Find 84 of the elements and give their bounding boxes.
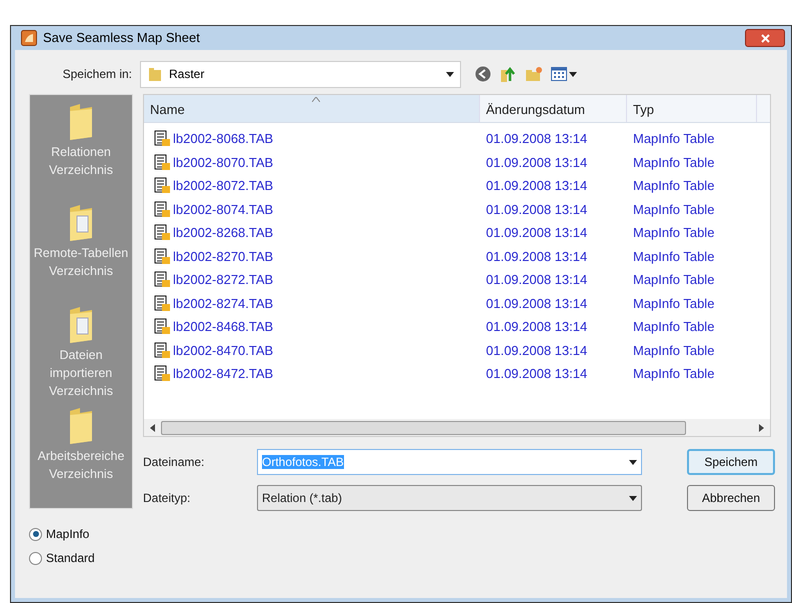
dropdown-arrow-icon — [446, 72, 454, 76]
column-header[interactable]: Typ — [627, 95, 757, 122]
file-type: MapInfo Table — [632, 294, 716, 313]
close-button[interactable] — [745, 29, 785, 47]
field-label: Dateityp: — [143, 490, 192, 507]
table-file-icon — [154, 294, 171, 312]
file-name: lb2002-8472.TAB — [173, 365, 274, 383]
column-header[interactable]: Änderungsdatum — [480, 95, 627, 122]
file-type: MapInfo Table — [632, 342, 716, 360]
table-file-icon — [154, 224, 171, 242]
save-button[interactable]: Speichem — [687, 449, 775, 475]
field-label: Dateiname: — [143, 454, 206, 471]
app-icon — [21, 30, 37, 46]
dropdown-arrow-icon — [629, 460, 637, 464]
file-row[interactable]: lb2002-8472.TAB 01.09.2008 13:14 MapInfo Table — [144, 362, 770, 386]
file-row[interactable]: lb2002-8270.TAB 01.09.2008 13:14 MapInfo Table — [144, 244, 770, 268]
file-row[interactable]: lb2002-8072.TAB 01.09.2008 13:14 MapInfo Table — [144, 174, 770, 198]
up-folder-icon[interactable] — [499, 65, 517, 83]
table-file-icon — [154, 365, 171, 382]
file-type: MapInfo Table — [632, 154, 716, 172]
file-date: 01.09.2008 13:14 — [485, 154, 588, 172]
file-date: 01.09.2008 13:14 — [485, 177, 588, 195]
format-radio[interactable]: Standard — [29, 549, 787, 567]
file-name: lb2002-8468.TAB — [173, 318, 274, 336]
table-file-icon — [154, 271, 171, 288]
file-row[interactable]: lb2002-8068.TAB 01.09.2008 13:14 MapInfo Table — [144, 127, 770, 150]
view-menu-button[interactable] — [551, 67, 577, 81]
file-name: lb2002-8270.TAB — [173, 248, 274, 266]
table-file-icon — [154, 154, 171, 171]
close-icon — [760, 34, 770, 42]
location-label: Speichem in: — [62, 66, 133, 83]
file-type: MapInfo Table — [632, 177, 716, 195]
horizontal-scrollbar[interactable] — [144, 419, 770, 436]
file-name: lb2002-8470.TAB — [173, 342, 274, 360]
table-file-icon — [154, 318, 171, 336]
file-name: lb2002-8268.TAB — [173, 224, 274, 242]
table-file-icon — [154, 130, 171, 148]
dropdown-arrow-icon — [569, 72, 577, 76]
back-icon[interactable] — [475, 66, 491, 82]
table-file-icon — [154, 342, 171, 359]
file-row[interactable]: lb2002-8074.TAB 01.09.2008 13:14 MapInfo Table — [144, 198, 770, 221]
file-row[interactable]: lb2002-8272.TAB 01.09.2008 13:14 MapInfo Table — [144, 268, 770, 292]
file-type: MapInfo Table — [632, 365, 716, 383]
scroll-right-icon[interactable] — [759, 424, 764, 432]
file-type: MapInfo Table — [632, 130, 716, 148]
file-name: lb2002-8274.TAB — [173, 294, 274, 312]
file-type: MapInfo Table — [632, 224, 716, 242]
file-date: 01.09.2008 13:14 — [485, 342, 588, 360]
filetype-dropdown[interactable]: Relation (*.tab) — [257, 485, 642, 511]
location-dropdown[interactable]: Raster — [140, 60, 461, 88]
file-row[interactable]: lb2002-8470.TAB 01.09.2008 13:14 MapInfo Table — [144, 338, 770, 362]
scrollbar-thumb[interactable] — [161, 420, 686, 434]
file-row[interactable]: lb2002-8274.TAB 01.09.2008 13:14 MapInfo Table — [144, 292, 770, 315]
file-name: lb2002-8070.TAB — [173, 154, 274, 172]
file-date: 01.09.2008 13:14 — [485, 224, 588, 242]
window-title: Save Seamless Map Sheet — [43, 29, 200, 48]
table-file-icon — [154, 200, 171, 218]
cancel-button[interactable]: Abbrechen — [687, 485, 775, 511]
file-row[interactable]: lb2002-8468.TAB 01.09.2008 13:14 MapInfo Table — [144, 315, 770, 338]
file-date: 01.09.2008 13:14 — [485, 294, 588, 312]
table-file-icon — [154, 248, 171, 265]
scroll-left-icon[interactable] — [150, 424, 155, 432]
file-name: lb2002-8074.TAB — [173, 200, 274, 218]
column-header[interactable]: Name — [144, 95, 480, 122]
file-type: MapInfo Table — [632, 318, 716, 336]
view-grid-icon — [551, 67, 567, 81]
table-file-icon — [154, 177, 171, 194]
format-radio[interactable]: MapInfo — [29, 525, 787, 543]
file-type: MapInfo Table — [632, 248, 716, 266]
file-type: MapInfo Table — [632, 271, 716, 289]
file-date: 01.09.2008 13:14 — [485, 248, 588, 266]
file-name: lb2002-8068.TAB — [173, 130, 274, 148]
dropdown-arrow-icon — [629, 496, 637, 500]
file-type: MapInfo Table — [632, 200, 716, 219]
file-date: 01.09.2008 13:14 — [485, 318, 588, 336]
file-row[interactable]: lb2002-8268.TAB 01.09.2008 13:14 MapInfo Table — [144, 221, 770, 244]
file-name: lb2002-8272.TAB — [173, 271, 274, 289]
file-name: lb2002-8072.TAB — [173, 177, 274, 195]
folder-icon — [147, 66, 163, 82]
file-date: 01.09.2008 13:14 — [485, 130, 588, 148]
file-date: 01.09.2008 13:14 — [485, 200, 588, 218]
file-row[interactable]: lb2002-8070.TAB 01.09.2008 13:14 MapInfo Table — [144, 150, 770, 174]
file-date: 01.09.2008 13:14 — [485, 271, 588, 289]
file-date: 01.09.2008 13:14 — [485, 365, 588, 383]
